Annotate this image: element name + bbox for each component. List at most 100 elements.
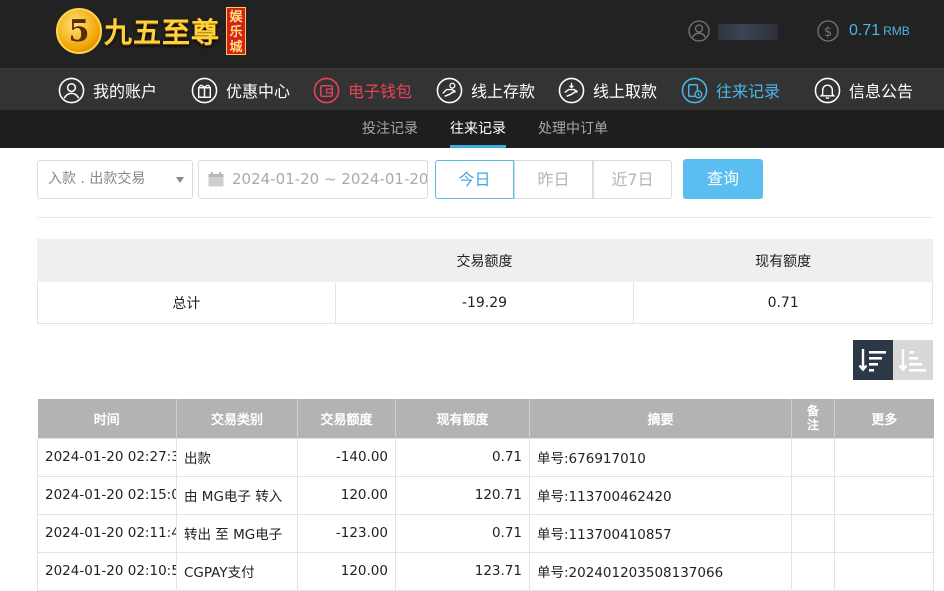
brand-name: 九五至尊 [104, 16, 221, 49]
subtab-pending-orders[interactable]: 处理中订单 [538, 110, 608, 148]
summary-total-row: 总计 -19.29 0.71 [37, 281, 933, 324]
deposit-icon [436, 77, 463, 103]
sort-ascending-icon [898, 349, 926, 372]
summary-table: 交易额度 现有额度 总计 -19.29 0.71 [37, 239, 933, 324]
top-header: 5 九五至尊 娱乐城 $ 0.71 RMB [0, 0, 944, 68]
cell-note [791, 437, 835, 477]
cell-amount: -123.00 [297, 513, 396, 553]
username-blurred [718, 24, 778, 40]
nav-promotions[interactable]: 优惠中心 [191, 69, 290, 111]
main-nav: 我的账户 优惠中心 电子钱包 线上存款 线上取款 往来记录 信息公告 [0, 68, 944, 110]
user-circle-icon [58, 77, 85, 103]
records-table: 时间 交易类别 交易额度 现有额度 摘要 备注 更多 2024-01-20 02… [37, 399, 934, 591]
subtab-transaction-records[interactable]: 往来记录 [450, 110, 506, 148]
col-amount: 交易额度 [297, 399, 396, 438]
brand-badge: 娱乐城 [226, 7, 247, 55]
table-row: 2024-01-20 02:27:31 出款 -140.00 0.71 单号:6… [37, 437, 934, 477]
nav-label: 往来记录 [716, 82, 781, 101]
cell-more [834, 475, 934, 515]
col-type: 交易类别 [176, 399, 298, 438]
cell-balance: 120.71 [395, 475, 530, 515]
date-range-input[interactable]: 2024-01-20 ~ 2024-01-20 [198, 160, 428, 199]
cell-time: 2024-01-20 02:10:54 [37, 551, 177, 591]
calendar-icon [208, 172, 224, 187]
col-note: 备注 [791, 399, 835, 438]
chevron-down-icon [176, 177, 184, 183]
cell-summary: 单号:202401203508137066 [529, 551, 792, 591]
cell-more [834, 437, 934, 477]
svg-text:$: $ [824, 25, 832, 40]
dollar-coin-icon: $ [817, 20, 839, 42]
cell-amount: 120.00 [297, 475, 396, 515]
records-header-row: 时间 交易类别 交易额度 现有额度 摘要 备注 更多 [37, 399, 934, 438]
nav-online-withdraw[interactable]: 线上取款 [558, 69, 657, 111]
cell-type: CGPAY支付 [176, 551, 298, 591]
summary-header-balance: 现有额度 [633, 239, 933, 282]
cell-balance: 0.71 [395, 513, 530, 553]
nav-online-deposit[interactable]: 线上存款 [436, 69, 535, 111]
summary-header-row: 交易额度 现有额度 [37, 239, 933, 282]
quick-range-7days[interactable]: 近7日 [593, 160, 672, 199]
nav-label: 线上存款 [471, 82, 536, 101]
table-row: 2024-01-20 02:15:09 由 MG电子 转入 120.00 120… [37, 475, 934, 515]
nav-announcements[interactable]: 信息公告 [814, 69, 913, 111]
col-more: 更多 [834, 399, 934, 438]
nav-label: 信息公告 [849, 82, 914, 101]
cell-time: 2024-01-20 02:11:45 [37, 513, 177, 553]
sort-descending-button[interactable] [853, 340, 893, 380]
sort-descending-icon [858, 349, 886, 372]
cell-balance: 123.71 [395, 551, 530, 591]
nav-label: 优惠中心 [226, 82, 291, 101]
table-row: 2024-01-20 02:10:54 CGPAY支付 120.00 123.7… [37, 551, 934, 591]
col-time: 时间 [37, 399, 177, 438]
cell-balance: 0.71 [395, 437, 530, 477]
cell-amount: 120.00 [297, 551, 396, 591]
quick-range-yesterday[interactable]: 昨日 [514, 160, 593, 199]
cell-more [834, 551, 934, 591]
summary-total-label: 总计 [37, 281, 336, 324]
cell-note [791, 475, 835, 515]
cell-time: 2024-01-20 02:27:31 [37, 437, 177, 477]
nav-label: 电子钱包 [348, 82, 413, 101]
withdraw-icon [558, 77, 585, 103]
records-icon [681, 77, 708, 103]
quick-range-today[interactable]: 今日 [435, 160, 514, 199]
brand-logo[interactable]: 5 九五至尊 娱乐城 [56, 5, 247, 57]
nav-label: 我的账户 [93, 82, 158, 101]
cell-note [791, 551, 835, 591]
sub-nav: 投注记录 往来记录 处理中订单 [0, 110, 944, 148]
select-value: 入款 . 出款交易 [48, 171, 146, 187]
balance-unit: RMB [883, 24, 910, 38]
logo-coin-icon: 5 [56, 8, 102, 54]
gift-icon [191, 77, 218, 103]
cell-type: 出款 [176, 437, 298, 477]
transaction-type-select[interactable]: 入款 . 出款交易 [37, 160, 193, 199]
balance-display: 0.71 RMB [849, 22, 910, 40]
date-range-value: 2024-01-20 ~ 2024-01-20 [232, 170, 428, 188]
nav-my-account[interactable]: 我的账户 [58, 69, 157, 111]
bell-icon [814, 77, 841, 103]
cell-type: 由 MG电子 转入 [176, 475, 298, 515]
summary-total-amount: -19.29 [334, 281, 635, 324]
cell-time: 2024-01-20 02:15:09 [37, 475, 177, 515]
cell-type: 转出 至 MG电子 [176, 513, 298, 553]
nav-transaction-records[interactable]: 往来记录 [681, 69, 780, 111]
subtab-bet-records[interactable]: 投注记录 [362, 110, 418, 148]
cell-note [791, 513, 835, 553]
cell-summary: 单号:676917010 [529, 437, 792, 477]
summary-header-blank [37, 239, 336, 282]
user-icon[interactable] [688, 20, 710, 42]
cell-summary: 单号:113700462420 [529, 475, 792, 515]
query-button[interactable]: 查询 [683, 159, 763, 199]
nav-e-wallet[interactable]: 电子钱包 [313, 69, 412, 111]
cell-summary: 单号:113700410857 [529, 513, 792, 553]
cell-more [834, 513, 934, 553]
sort-ascending-button[interactable] [893, 340, 933, 380]
balance-value: 0.71 [849, 22, 881, 39]
col-summary: 摘要 [529, 399, 792, 438]
table-row: 2024-01-20 02:11:45 转出 至 MG电子 -123.00 0.… [37, 513, 934, 553]
summary-header-amount: 交易额度 [334, 239, 635, 282]
divider [37, 217, 933, 218]
cell-amount: -140.00 [297, 437, 396, 477]
wallet-icon [313, 77, 340, 103]
